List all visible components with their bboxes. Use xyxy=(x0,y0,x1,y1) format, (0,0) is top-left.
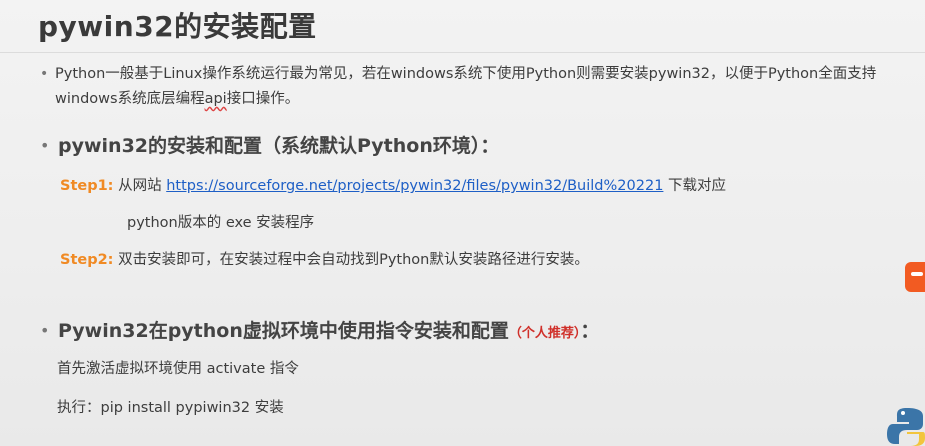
section2-line2: 执行：pip install pypiwin32 安装 xyxy=(57,400,284,416)
step1-line2: python版本的 exe 安装程序 xyxy=(127,215,315,231)
intro-paragraph: Python一般基于Linux操作系统运行最为常见，若在windows系统下使用… xyxy=(55,62,905,112)
title-divider xyxy=(0,52,925,53)
section2-colon: ： xyxy=(580,320,600,342)
bullet-dot: • xyxy=(40,321,50,340)
python-icon xyxy=(887,408,925,446)
step1-line: Step1: 从网站 https://sourceforge.net/proje… xyxy=(60,175,726,197)
step2-line: Step2: 双击安装即可，在安装过程中会自动找到Python默认安装路径进行安… xyxy=(60,249,589,271)
intro-text: Python一般基于Linux操作系统运行最为常见，若在windows系统下使用… xyxy=(55,66,877,107)
section2-heading-text: Pywin32在python虚拟环境中使用指令安装和配置 xyxy=(58,320,509,342)
intro-api: api xyxy=(204,91,227,107)
step1-prefix: 从网站 xyxy=(113,178,167,194)
page-title: pywin32的安装配置 xyxy=(38,10,317,43)
section1-heading: pywin32的安装和配置（系统默认Python环境）： xyxy=(58,135,500,157)
step2-label: Step2: xyxy=(60,252,114,268)
bullet-dot: • xyxy=(40,66,49,82)
step1-suffix: 下载对应 xyxy=(663,178,727,194)
bullet-dot: • xyxy=(40,136,50,155)
download-link[interactable]: https://sourceforge.net/projects/pywin32… xyxy=(166,178,663,194)
section2-heading: Pywin32在python虚拟环境中使用指令安装和配置（个人推荐）： xyxy=(58,318,599,347)
recommend-badge: （个人推荐） xyxy=(508,326,581,341)
intro-tail: 接口操作。 xyxy=(226,91,300,107)
side-app-icon[interactable] xyxy=(905,262,925,292)
step2-text: 双击安装即可，在安装过程中会自动找到Python默认安装路径进行安装。 xyxy=(113,252,589,268)
step1-label: Step1: xyxy=(60,178,114,194)
section2-line1: 首先激活虚拟环境使用 activate 指令 xyxy=(57,361,299,377)
